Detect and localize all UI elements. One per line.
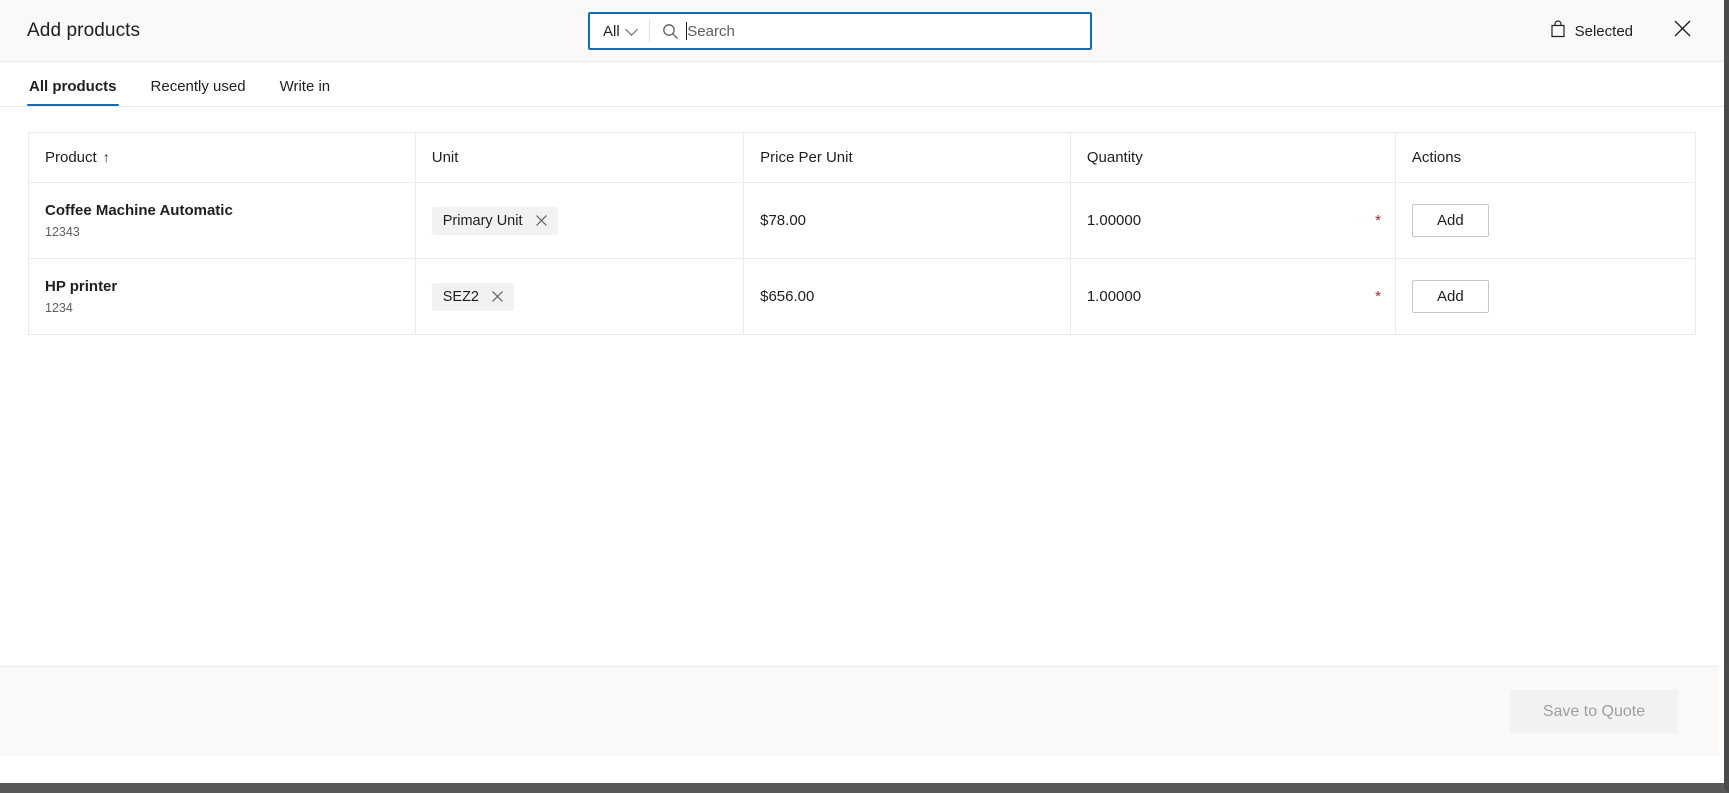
table-header-row: Product ↑ Unit Price Per Unit Quantity Ac…	[28, 132, 1697, 183]
tab-write-in[interactable]: Write in	[278, 78, 333, 106]
cell-price-per-unit: $656.00	[743, 258, 1071, 335]
price-value: $78.00	[760, 212, 807, 229]
window-bottom-edge	[0, 756, 1724, 788]
chevron-down-icon	[627, 24, 638, 35]
page-title: Add products	[27, 19, 141, 41]
column-header-price-per-unit[interactable]: Price Per Unit	[743, 132, 1071, 183]
price-value: $656.00	[760, 288, 815, 305]
tab-recently-used[interactable]: Recently used	[149, 78, 248, 106]
selected-label: Selected	[1574, 22, 1633, 40]
search-scope-label: All	[603, 22, 620, 40]
unit-chip[interactable]: Primary Unit	[431, 206, 558, 235]
table-row: HP printer 1234 SEZ2 $656.00 1.00000 * A…	[28, 258, 1697, 335]
add-button[interactable]: Add	[1411, 280, 1489, 313]
add-button[interactable]: Add	[1411, 204, 1489, 237]
cell-quantity[interactable]: 1.00000 *	[1070, 182, 1396, 259]
cell-actions: Add	[1395, 258, 1697, 335]
product-id: 1234	[45, 300, 73, 315]
search-divider	[648, 20, 650, 42]
search-scope-dropdown[interactable]: All	[589, 13, 649, 49]
search-bar[interactable]: All Search	[588, 12, 1092, 50]
table-body: Coffee Machine Automatic 12343 Primary U…	[28, 182, 1697, 335]
search-placeholder: Search	[687, 22, 735, 40]
unit-chip-label: SEZ2	[442, 288, 479, 305]
cell-actions: Add	[1395, 182, 1697, 259]
sort-ascending-icon: ↑	[102, 149, 110, 165]
header-actions: Selected	[1550, 0, 1697, 62]
unit-chip-label: Primary Unit	[442, 212, 523, 229]
product-name: Coffee Machine Automatic	[45, 202, 233, 220]
product-id: 12343	[45, 224, 80, 239]
required-marker: *	[1375, 288, 1381, 305]
selected-button[interactable]: Selected	[1550, 20, 1633, 42]
tab-list: All products Recently used Write in	[0, 62, 1724, 107]
search-input[interactable]: Search	[685, 13, 1091, 49]
table-header: Product ↑ Unit Price Per Unit Quantity Ac…	[28, 132, 1697, 183]
quantity-value[interactable]: 1.00000	[1087, 212, 1141, 229]
required-marker: *	[1375, 212, 1381, 229]
cell-unit: SEZ2	[415, 258, 745, 335]
search-icon	[662, 23, 679, 40]
shopping-bag-icon	[1550, 20, 1566, 42]
save-to-quote-button[interactable]: Save to Quote	[1510, 690, 1678, 733]
cell-price-per-unit: $78.00	[743, 182, 1071, 259]
cell-quantity[interactable]: 1.00000 *	[1070, 258, 1396, 335]
close-icon[interactable]	[535, 214, 548, 227]
column-header-quantity[interactable]: Quantity	[1070, 132, 1396, 183]
dialog-footer: Save to Quote	[0, 666, 1719, 756]
unit-chip[interactable]: SEZ2	[431, 282, 514, 311]
cell-unit: Primary Unit	[415, 182, 745, 259]
column-header-product[interactable]: Product ↑	[28, 132, 416, 183]
products-table: Product ↑ Unit Price Per Unit Quantity Ac…	[28, 132, 1697, 335]
product-name: HP printer	[45, 278, 118, 296]
close-icon	[1673, 19, 1692, 43]
table-row: Coffee Machine Automatic 12343 Primary U…	[28, 182, 1697, 259]
cell-product: HP printer 1234	[28, 258, 416, 335]
column-header-actions: Actions	[1395, 132, 1697, 183]
tab-all-products[interactable]: All products	[27, 78, 119, 106]
cell-product: Coffee Machine Automatic 12343	[28, 182, 416, 259]
column-label-product: Product	[45, 149, 97, 166]
close-button[interactable]	[1667, 16, 1697, 46]
close-icon[interactable]	[491, 290, 504, 303]
products-table-area: Product ↑ Unit Price Per Unit Quantity Ac…	[0, 107, 1724, 677]
quantity-value[interactable]: 1.00000	[1087, 288, 1141, 305]
column-header-unit[interactable]: Unit	[415, 132, 745, 183]
add-products-dialog: Add products All Search Selected All pro…	[0, 0, 1729, 793]
dialog-header: Add products All Search Selected	[0, 0, 1724, 62]
